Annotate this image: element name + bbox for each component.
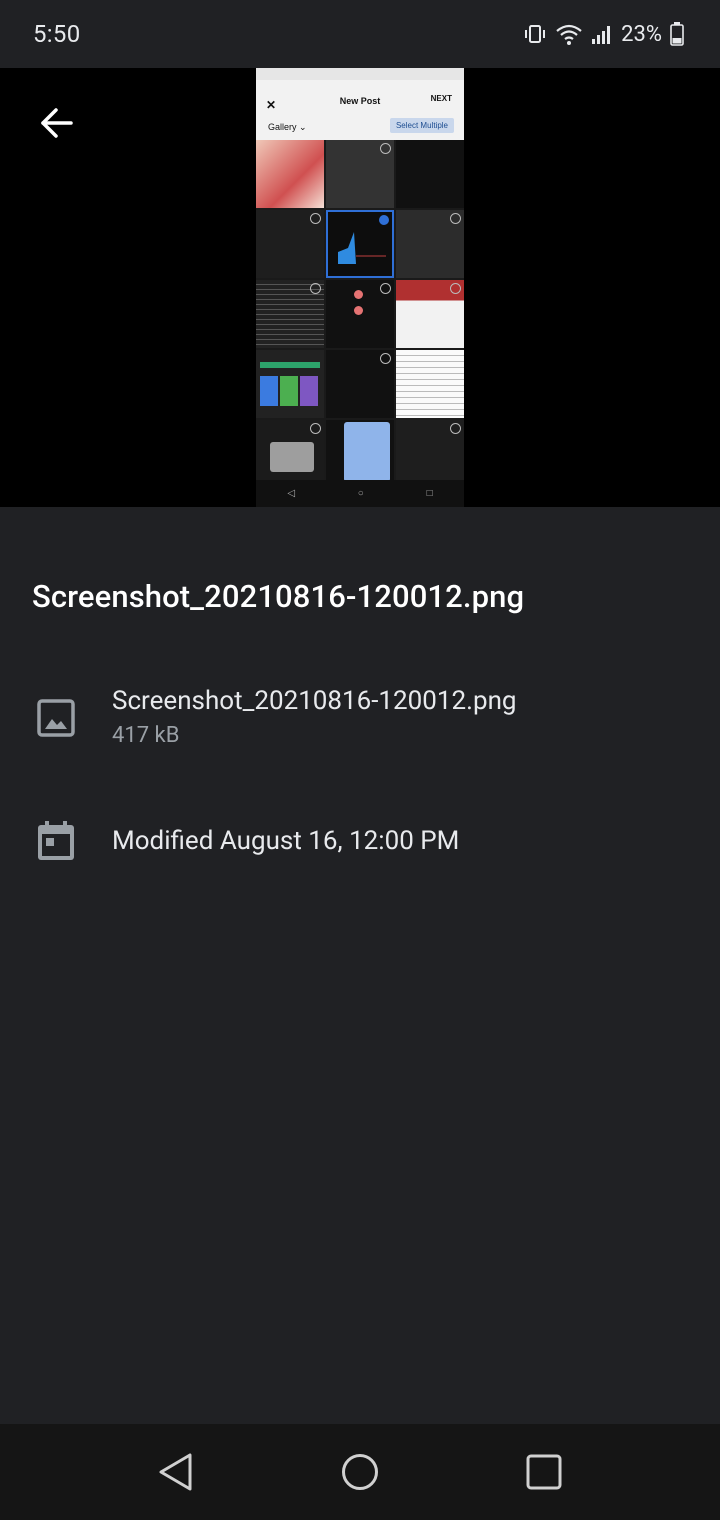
preview-tile [326, 280, 394, 348]
nav-home-button[interactable] [336, 1448, 384, 1496]
status-icons: 23% [523, 18, 684, 50]
preview-tile [326, 350, 394, 418]
preview-tile [256, 140, 324, 208]
image-preview[interactable]: ✕ New Post NEXT Gallery ⌄ Select Multipl… [256, 68, 464, 507]
wifi-icon [555, 22, 583, 46]
details-panel [0, 507, 720, 1424]
recents-square-icon [526, 1454, 562, 1490]
signal-icon [591, 23, 613, 45]
preview-status-bar [256, 68, 464, 80]
preview-header: ✕ New Post NEXT Gallery ⌄ Select Multipl… [256, 80, 464, 140]
preview-tile [256, 350, 324, 418]
arrow-back-icon [41, 108, 73, 138]
modified-date: Modified August 16, 12:00 PM [112, 826, 460, 856]
system-nav-bar [0, 1424, 720, 1520]
image-icon [36, 698, 76, 738]
home-circle-icon [342, 1454, 378, 1490]
preview-tile [326, 210, 394, 278]
preview-tile [256, 280, 324, 348]
preview-tile [326, 420, 394, 488]
back-button[interactable] [28, 94, 86, 152]
preview-nav-bar: ◁ ○ □ [256, 480, 464, 507]
details-title: Screenshot_20210816-120012.png [32, 578, 525, 615]
file-name: Screenshot_20210816-120012.png [112, 686, 517, 716]
preview-tile [396, 140, 464, 208]
battery-percent: 23% [621, 21, 662, 47]
back-triangle-icon [159, 1453, 192, 1491]
file-size: 417 kB [112, 723, 180, 748]
vibrate-icon [523, 22, 547, 46]
battery-icon [670, 22, 684, 46]
preview-thumbnail-grid [256, 140, 464, 507]
preview-next-label: NEXT [430, 94, 452, 103]
nav-recents-button[interactable] [520, 1448, 568, 1496]
preview-tile [396, 350, 464, 418]
preview-tile [256, 420, 324, 488]
status-bar: 5:50 23% [0, 0, 720, 68]
preview-tile [256, 210, 324, 278]
preview-gallery-label: Gallery ⌄ [268, 122, 307, 132]
preview-tile [396, 280, 464, 348]
preview-select-multiple: Select Multiple [389, 118, 454, 133]
preview-tile [396, 420, 464, 488]
preview-tile [326, 140, 394, 208]
preview-tile [396, 210, 464, 278]
status-time: 5:50 [33, 20, 81, 48]
nav-back-button[interactable] [152, 1448, 200, 1496]
calendar-icon [36, 820, 76, 860]
